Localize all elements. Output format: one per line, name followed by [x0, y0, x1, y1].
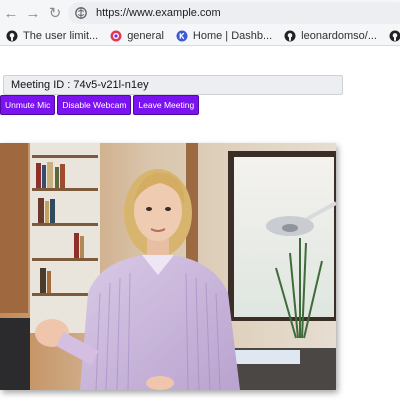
bookmark-label: The user limit... [23, 29, 99, 42]
browser-toolbar: ← → ↻ https://www.example.com [0, 0, 400, 26]
bookmark-label: Home | Dashb... [192, 29, 273, 42]
bookmark-label: leonardomso/... [301, 29, 377, 42]
forward-arrow-icon[interactable]: → [22, 2, 44, 24]
reload-icon[interactable]: ↻ [44, 2, 66, 24]
back-arrow-icon[interactable]: ← [0, 2, 22, 24]
bookmark-label: general [127, 29, 164, 42]
k-icon [176, 30, 188, 42]
bookmarks-bar: The user limit... general Home | Dashb..… [0, 26, 400, 46]
leave-meeting-button[interactable]: Leave Meeting [133, 95, 200, 115]
video-frame-illustration [0, 143, 336, 390]
bookmark-item[interactable]: leonardomso/... [284, 30, 377, 42]
address-bar[interactable]: https://www.example.com [68, 2, 400, 24]
github-icon [284, 30, 296, 42]
meeting-controls: Unmute Mic Disable Webcam Leave Meeting [0, 95, 200, 115]
disable-webcam-button[interactable]: Disable Webcam [57, 95, 132, 115]
site-info-icon[interactable] [74, 6, 88, 20]
bookmark-item[interactable]: Home | Dashb... [176, 30, 272, 42]
unmute-mic-button[interactable]: Unmute Mic [0, 95, 56, 115]
chat-app-icon [110, 30, 122, 42]
url-text: https://www.example.com [96, 7, 221, 19]
bookmark-item[interactable]: The user limit... [6, 30, 98, 42]
bookmark-item[interactable]: fa [389, 30, 400, 42]
participant-video [0, 143, 336, 390]
github-icon [6, 30, 18, 42]
github-icon [389, 30, 400, 42]
bookmark-item[interactable]: general [110, 30, 164, 42]
meeting-id-display: Meeting ID : 74v5-v21l-n1ey [3, 75, 343, 95]
